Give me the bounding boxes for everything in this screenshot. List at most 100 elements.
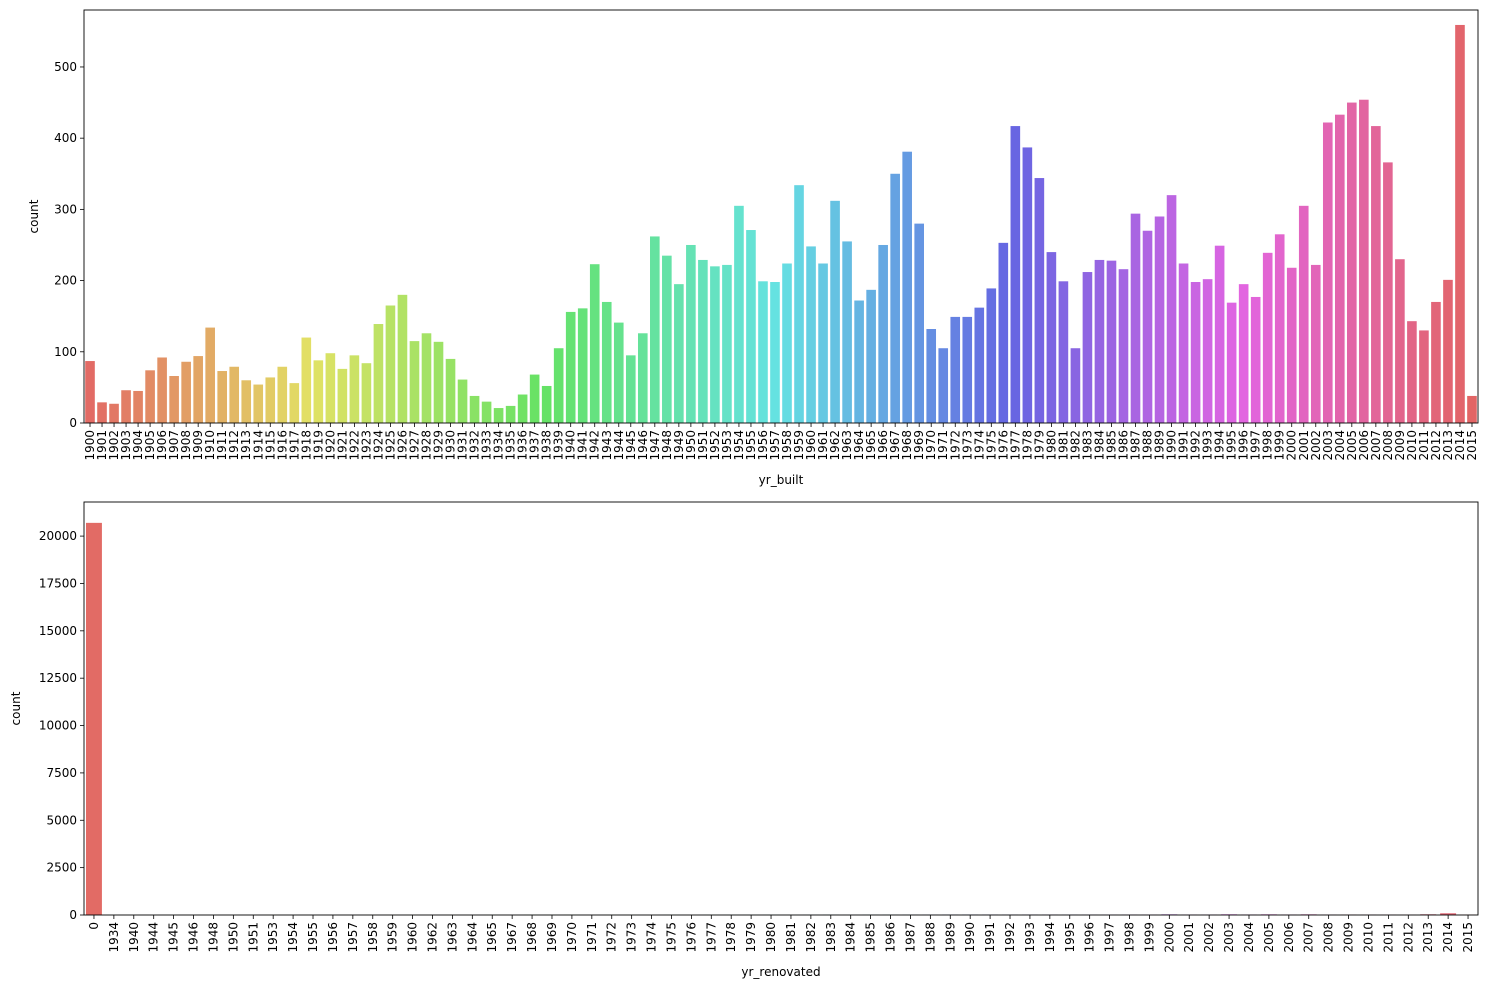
bar-1966: [878, 244, 888, 423]
bar-1932: [469, 395, 480, 423]
x-tick-label: 2015: [1461, 922, 1475, 953]
bar-1967: [890, 173, 900, 423]
x-tick-label: 2008: [1322, 922, 1336, 953]
x-tick-label: 1956: [326, 922, 340, 953]
bar-1988: [1142, 230, 1153, 423]
bar-1944: [613, 322, 624, 423]
bar-1949: [674, 284, 684, 423]
x-tick-label: 1997: [1103, 922, 1117, 953]
bar-1989: [1154, 216, 1165, 423]
bar-1992: [1190, 282, 1201, 423]
bar-1910: [205, 327, 215, 423]
bar-1964: [854, 300, 864, 423]
y-tick-label: 12500: [39, 671, 77, 685]
y-axis-label: count: [27, 199, 41, 233]
bar-1957: [770, 282, 780, 423]
x-tick-label: 1944: [147, 922, 161, 953]
bar-1937: [529, 374, 540, 423]
bar-1999: [1274, 234, 1285, 423]
x-tick-label: 1965: [485, 922, 499, 953]
x-tick-label: 1998: [1123, 922, 1137, 953]
bar-1917: [289, 383, 300, 423]
x-tick-label: 1969: [545, 922, 559, 953]
x-tick-label: 0: [87, 922, 101, 930]
bar-1914: [253, 384, 264, 423]
bar-1911: [217, 371, 227, 423]
bar-1940: [565, 311, 576, 423]
bar-2004: [1334, 114, 1345, 424]
bar-1996: [1238, 284, 1249, 423]
bar-2005: [1347, 102, 1357, 423]
bar-1974: [974, 307, 985, 423]
x-tick-label: 2004: [1242, 922, 1256, 953]
bar-2012: [1431, 301, 1441, 423]
bar-1941: [577, 308, 588, 423]
figure: 1900190119021903190419051906190719081909…: [9, 9, 1479, 979]
y-tick-label: 500: [54, 60, 77, 74]
x-tick-label: 1980: [764, 922, 778, 953]
bar-1976: [998, 242, 1009, 423]
x-tick-label: 1979: [744, 922, 758, 953]
y-tick-label: 300: [54, 202, 77, 216]
bar-1942: [589, 264, 600, 423]
x-tick-label: 1954: [286, 922, 300, 953]
x-tick-label: 1999: [1142, 922, 1156, 953]
x-tick-label: 1963: [445, 922, 459, 953]
bar-1903: [121, 390, 131, 423]
bar-1928: [421, 333, 432, 423]
x-tick-label: 1990: [963, 922, 977, 953]
bar-1959: [794, 185, 804, 423]
x-tick-label: 1983: [824, 922, 838, 953]
bar-2007: [1371, 126, 1381, 423]
x-tick-label: 2015: [1465, 430, 1479, 461]
x-tick-label: 1974: [645, 922, 659, 953]
bar-1978: [1022, 147, 1033, 423]
x-tick-label: 1940: [127, 922, 141, 953]
y-tick-label: 17500: [39, 576, 77, 590]
bar-1920: [325, 353, 336, 423]
x-tick-label: 1984: [844, 922, 858, 953]
bar-2010: [1407, 321, 1417, 423]
bar-1905: [145, 370, 155, 423]
bar-1956: [758, 281, 768, 423]
bar-1947: [650, 236, 660, 423]
y-tick-label: 400: [54, 131, 77, 145]
bar-1969: [914, 223, 924, 423]
bar-1902: [109, 403, 119, 423]
bar-1985: [1106, 260, 1117, 423]
x-tick-label: 1934: [107, 922, 121, 953]
bar-1997: [1250, 296, 1261, 423]
x-tick-label: 1996: [1083, 922, 1097, 953]
bar-2008: [1383, 162, 1393, 423]
bar-2001: [1298, 205, 1309, 423]
bar-1960: [806, 246, 816, 423]
x-tick-label: 1988: [923, 922, 937, 953]
bar-1968: [902, 151, 912, 423]
x-axis-label: yr_built: [759, 473, 804, 487]
bar-2006: [1359, 99, 1369, 423]
bar-2003: [1322, 122, 1333, 423]
x-tick-label: 1987: [903, 922, 917, 953]
bar-2002: [1310, 264, 1321, 423]
bar-1962: [830, 200, 840, 423]
bar-1950: [686, 244, 696, 423]
x-tick-label: 1992: [1003, 922, 1017, 953]
x-tick-label: 1951: [246, 922, 260, 953]
bar-1984: [1094, 259, 1105, 423]
y-tick-label: 10000: [39, 719, 77, 733]
bar-1981: [1058, 281, 1069, 423]
y-tick-label: 7500: [46, 766, 77, 780]
bar-2011: [1419, 330, 1429, 423]
bar-1930: [445, 358, 456, 423]
bar-1955: [746, 230, 756, 423]
bar-1936: [517, 394, 528, 423]
x-tick-label: 2007: [1302, 922, 1316, 953]
bar-1909: [193, 356, 203, 423]
bar-0: [85, 522, 102, 915]
x-tick-label: 1964: [465, 922, 479, 953]
x-tick-label: 1960: [406, 922, 420, 953]
bar-1926: [397, 294, 408, 423]
y-tick-label: 200: [54, 274, 77, 288]
bar-1958: [782, 263, 792, 423]
bar-1933: [481, 401, 492, 423]
